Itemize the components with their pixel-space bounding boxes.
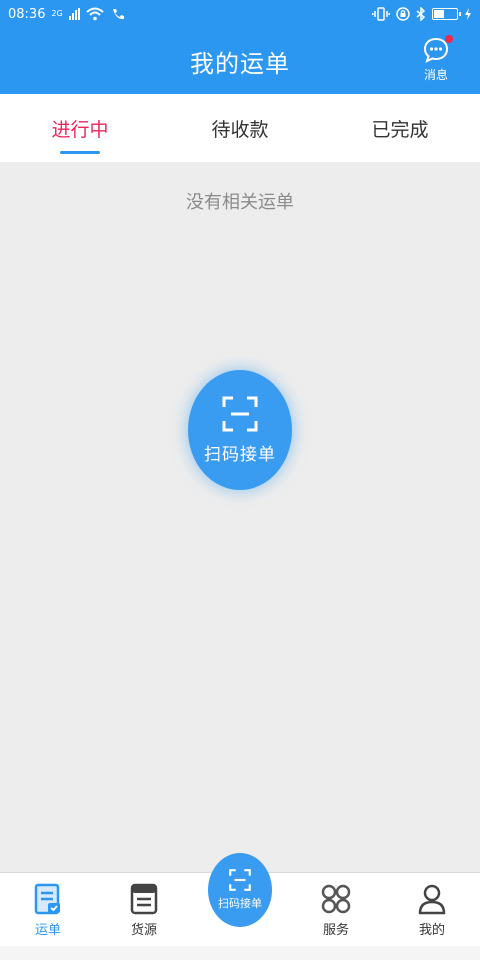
waybill-icon xyxy=(34,883,60,915)
vibrate-icon xyxy=(372,7,390,21)
status-bar: 08:36 2G xyxy=(0,0,480,28)
tab-completed[interactable]: 已完成 xyxy=(320,94,480,162)
service-grid-icon xyxy=(321,884,351,914)
signal-icon xyxy=(68,8,80,20)
unread-badge xyxy=(445,35,453,43)
call-icon xyxy=(112,9,124,20)
chat-bubble-icon xyxy=(422,35,453,64)
goods-box-icon xyxy=(130,883,158,915)
nav-mine-label: 我的 xyxy=(418,923,445,938)
scan-icon xyxy=(222,396,258,431)
tab-indicator xyxy=(60,151,100,154)
tab-pending-payment[interactable]: 待收款 xyxy=(160,94,320,162)
nav-scan[interactable]: 扫码接单 xyxy=(192,853,288,946)
empty-state-text: 没有相关运单 xyxy=(186,192,294,213)
status-left: 08:36 2G xyxy=(8,7,126,22)
nav-goods[interactable]: 货源 xyxy=(96,873,192,946)
app-root: 08:36 2G 我的运单 消息 进行中 待收款 已完成 没有相关运单 扫码接单… xyxy=(0,0,480,960)
tab-label: 已完成 xyxy=(371,118,429,141)
tab-label: 进行中 xyxy=(51,118,109,141)
battery-icon xyxy=(432,8,461,20)
page-title: 我的运单 xyxy=(190,50,290,78)
nav-waybill[interactable]: 运单 xyxy=(0,873,96,946)
scan-button-label: 扫码接单 xyxy=(204,444,276,465)
wifi-icon xyxy=(86,7,104,21)
user-icon xyxy=(418,884,446,915)
bottom-nav: 运单 货源 扫码接单 服务 我的 xyxy=(0,853,480,946)
bluetooth-icon xyxy=(416,7,426,21)
status-time: 08:36 xyxy=(8,6,46,22)
header-bar: 08:36 2G 我的运单 消息 xyxy=(0,0,480,94)
bottom-strip xyxy=(0,946,480,960)
lock-rotation-icon xyxy=(396,7,410,21)
nav-waybill-label: 运单 xyxy=(34,923,61,938)
nav-goods-label: 货源 xyxy=(130,923,157,938)
nav-mine[interactable]: 我的 xyxy=(384,873,480,946)
nav-scan-label: 扫码接单 xyxy=(218,897,262,910)
status-right xyxy=(372,7,472,21)
nav-scan-button[interactable]: 扫码接单 xyxy=(208,853,272,927)
scan-accept-order-button[interactable]: 扫码接单 xyxy=(188,370,292,490)
nav-service-label: 服务 xyxy=(322,923,349,938)
scan-icon xyxy=(229,869,251,891)
tab-label: 待收款 xyxy=(211,118,269,141)
messages-label: 消息 xyxy=(423,68,448,82)
nav-service[interactable]: 服务 xyxy=(288,873,384,946)
tab-in-progress[interactable]: 进行中 xyxy=(0,94,160,162)
messages-button[interactable]: 消息 xyxy=(416,35,456,84)
charging-icon xyxy=(465,8,471,20)
network-type: 2G xyxy=(51,9,63,18)
waybill-list: 没有相关运单 扫码接单 xyxy=(0,162,480,872)
tab-bar: 进行中 待收款 已完成 xyxy=(0,94,480,162)
